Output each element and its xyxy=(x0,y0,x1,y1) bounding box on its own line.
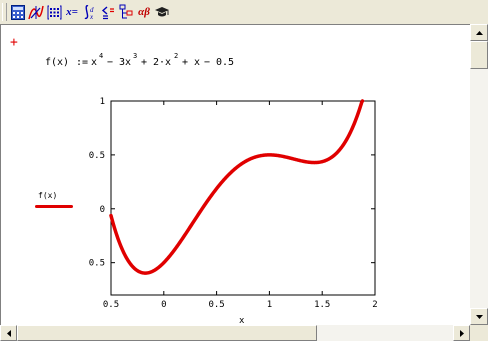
graph-icon xyxy=(28,5,44,19)
exponent-3: 3 xyxy=(133,52,137,60)
x-axis-label: x xyxy=(239,316,245,325)
y-tick-label: 1 xyxy=(100,97,105,107)
arrow-left-icon xyxy=(6,329,11,337)
arrow-right-icon xyxy=(459,329,464,337)
exponent-4: 4 xyxy=(99,52,103,60)
worksheet[interactable]: + f(x) := x 4 − 3x 3 + 2·x 2 + x − 0.5 f… xyxy=(0,24,470,325)
vertical-scrollbar[interactable] xyxy=(470,24,488,325)
y-tick-label: 0 xyxy=(100,205,105,215)
function-definition: f(x) := x 4 − 3x 3 + 2·x 2 + x − 0.5 xyxy=(45,52,234,68)
x-tick-label: 0 xyxy=(161,300,166,310)
legend-label: f(x) xyxy=(38,191,58,200)
exponent-2: 2 xyxy=(174,52,178,60)
greek-icon: αβ xyxy=(138,6,150,18)
y-tick-label: 0.5 xyxy=(89,259,105,269)
op-plus-2: + xyxy=(182,57,188,68)
insertion-cursor: + xyxy=(10,35,18,50)
op-plus: + xyxy=(141,57,147,68)
term-constant: 0.5 xyxy=(216,57,234,68)
calculator-icon xyxy=(11,4,25,20)
y-tick-labels: 0.5 0 0.5 1 xyxy=(89,97,105,269)
xy-plot[interactable]: 0.5 0 0.5 1 1.5 2 0.5 0 0.5 1 x xyxy=(81,93,381,325)
arrow-down-icon xyxy=(475,314,483,319)
scroll-right-button[interactable] xyxy=(453,325,470,341)
vertical-scroll-thumb[interactable] xyxy=(470,41,488,69)
boolean-toolbar-button[interactable] xyxy=(100,3,116,21)
graduation-cap-icon xyxy=(155,7,169,17)
integral-icon: d x xyxy=(84,5,94,20)
x-tick-label: 2 xyxy=(372,300,377,310)
term-x-linear: x xyxy=(194,57,200,68)
x-equals-icon: x= xyxy=(66,6,78,18)
definition-lhs: f(x) xyxy=(45,57,69,68)
plot-frame xyxy=(110,100,376,296)
term-x: x xyxy=(91,57,97,68)
horizontal-scrollbar[interactable] xyxy=(0,325,470,341)
toolbar-grip[interactable] xyxy=(2,3,7,21)
scrollbar-corner xyxy=(470,325,488,341)
calculus-toolbar-button[interactable]: d x xyxy=(82,3,98,21)
evaluation-toolbar-button[interactable]: x= xyxy=(64,3,80,21)
arrow-up-icon xyxy=(475,30,483,35)
op-minus-2: − xyxy=(204,57,210,68)
x-tick-label: 0.5 xyxy=(103,300,119,310)
legend-line xyxy=(35,205,73,208)
term-2x: 2·x xyxy=(153,57,171,68)
x-tick-label: 0.5 xyxy=(208,300,224,310)
op-minus: − xyxy=(107,57,113,68)
scroll-down-button[interactable] xyxy=(470,308,488,325)
programming-icon xyxy=(119,4,133,19)
matrix-toolbar-button[interactable] xyxy=(46,3,62,21)
calculator-toolbar-button[interactable] xyxy=(10,3,26,21)
term-3x: 3x xyxy=(119,57,131,68)
boolean-icon xyxy=(101,5,114,19)
scroll-up-button[interactable] xyxy=(470,24,488,41)
plot-legend: f(x) xyxy=(35,191,75,208)
graph-toolbar-button[interactable] xyxy=(28,3,44,21)
symbolic-toolbar-button[interactable] xyxy=(154,3,170,21)
y-tick-label: 0.5 xyxy=(89,151,105,161)
x-tick-labels: 0.5 0 0.5 1 1.5 2 xyxy=(103,300,378,310)
greek-toolbar-button[interactable]: αβ xyxy=(136,3,152,21)
horizontal-scroll-thumb[interactable] xyxy=(17,325,317,341)
x-tick-label: 1.5 xyxy=(314,300,330,310)
math-toolbar: x= d x αβ xyxy=(0,0,488,25)
matrix-icon xyxy=(47,5,61,19)
programming-toolbar-button[interactable] xyxy=(118,3,134,21)
definition-assign: := xyxy=(76,57,88,68)
x-tick-label: 1 xyxy=(267,300,272,310)
svg-text:x: x xyxy=(89,13,94,20)
scroll-left-button[interactable] xyxy=(0,325,17,341)
